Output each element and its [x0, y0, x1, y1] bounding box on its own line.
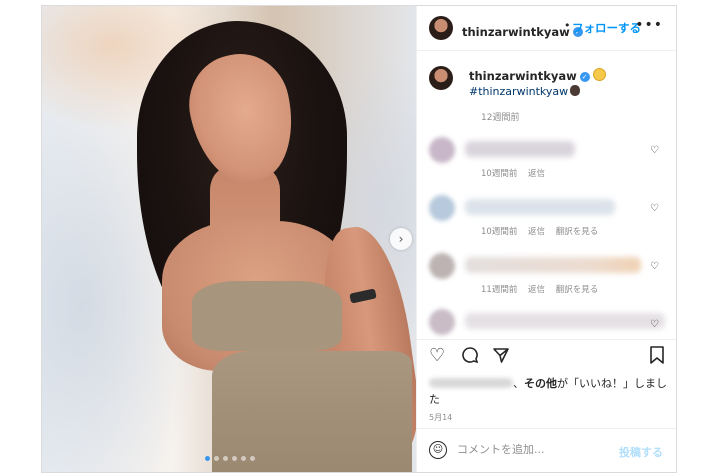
heart-icon[interactable]: ♡ — [650, 319, 659, 330]
liker-name-blurred[interactable] — [429, 378, 513, 388]
carousel-dot — [232, 456, 237, 461]
smiling-emoji-icon — [592, 68, 606, 81]
carousel-indicator — [205, 456, 255, 461]
comment-text-blurred — [465, 141, 575, 157]
separator-dot: • — [564, 19, 571, 32]
bookmark-icon[interactable] — [649, 346, 665, 369]
emoji-icon[interactable]: ☺ — [429, 441, 447, 459]
comment-time: 11週間前 — [481, 285, 518, 295]
comment-icon[interactable] — [461, 346, 479, 369]
heart-icon[interactable]: ♡ — [650, 145, 659, 156]
likes-summary: 、その他が「いいね！」しました — [429, 377, 667, 406]
translate-button[interactable]: 翻訳を見る — [556, 285, 599, 295]
post-date: 5月14 — [429, 413, 453, 422]
avatar[interactable] — [429, 195, 455, 221]
likes-others-link[interactable]: その他 — [524, 377, 557, 390]
action-bar: ♡ — [417, 339, 676, 376]
caption-username[interactable]: thinzarwintkyaw — [469, 69, 577, 83]
heart-icon[interactable]: ♡ — [650, 203, 659, 214]
comment-text-blurred — [465, 257, 641, 273]
translate-button[interactable]: 翻訳を見る — [556, 227, 599, 237]
heart-icon[interactable]: ♡ — [429, 346, 445, 366]
photo-dress-bottom — [212, 351, 412, 472]
header-username[interactable]: thinzarwintkyaw — [462, 25, 570, 39]
follow-button[interactable]: フォローする — [572, 20, 640, 36]
more-options-icon[interactable]: ••• — [635, 17, 663, 33]
heart-icon[interactable]: ♡ — [650, 261, 659, 272]
comment-item: 10週間前 返信 翻訳を見る ♡ — [429, 195, 669, 239]
comment-bar: ☺ 投稿する — [417, 428, 676, 472]
verified-badge-icon: ✓ — [579, 72, 590, 82]
caption-hashtag[interactable]: #thinzarwintkyaw — [469, 85, 568, 98]
post-side-panel: thinzarwintkyaw ✓ • フォローする ••• thinzarwin… — [416, 6, 676, 472]
avatar[interactable] — [429, 253, 455, 279]
comment-time: 10週間前 — [481, 227, 518, 237]
post-modal: › thinzarwintkyaw ✓ • フォローする ••• thinzarw… — [41, 5, 677, 473]
reply-button[interactable]: 返信 — [528, 169, 545, 179]
avatar[interactable] — [429, 309, 455, 335]
comment-text-blurred — [465, 199, 615, 215]
post-comment-button[interactable]: 投稿する — [619, 444, 663, 460]
chevron-right-icon: › — [398, 232, 404, 246]
photo-dress-top — [192, 281, 342, 351]
comment-text-blurred — [465, 313, 665, 329]
avatar[interactable] — [429, 16, 453, 40]
caption-timestamp: 12週間前 — [481, 113, 520, 123]
avatar[interactable] — [429, 137, 455, 163]
carousel-dot — [241, 456, 246, 461]
comment-item: 10週間前 返信 ♡ — [429, 137, 669, 181]
reply-button[interactable]: 返信 — [528, 285, 545, 295]
comment-time: 10週間前 — [481, 169, 518, 179]
comment-input[interactable] — [457, 443, 607, 456]
face-emoji-icon — [570, 85, 581, 96]
carousel-dot — [214, 456, 219, 461]
comment-item: ♡ — [429, 309, 669, 337]
next-photo-button[interactable]: › — [390, 228, 412, 250]
post-header: thinzarwintkyaw ✓ • フォローする ••• — [417, 6, 676, 51]
carousel-dot — [223, 456, 228, 461]
comment-item: 11週間前 返信 翻訳を見る ♡ — [429, 253, 669, 297]
reply-button[interactable]: 返信 — [528, 227, 545, 237]
post-photo: › — [42, 6, 416, 472]
carousel-dot — [250, 456, 255, 461]
share-icon[interactable] — [492, 346, 510, 369]
avatar[interactable] — [429, 66, 453, 90]
carousel-dot — [205, 456, 210, 461]
